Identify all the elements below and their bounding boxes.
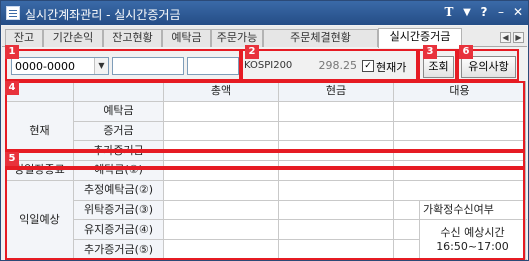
table-row: 현재 예탁금 xyxy=(5,100,526,162)
row-label: 증거금 xyxy=(73,120,164,142)
header-total: 총액 xyxy=(163,81,279,102)
account-name-field[interactable] xyxy=(112,57,184,75)
table-row: 유지증거금(④) 수신 예상시간 16:50~17:00 xyxy=(6,219,526,260)
tab-bar: 잔고 기간손익 잔고현황 예탁금 주문가능 주문체결현황 실시간증거금 ◀ ▶ xyxy=(2,26,527,48)
badge-3: 3 xyxy=(423,45,437,59)
row-label: 추가증거금 xyxy=(73,140,164,162)
confirmation-received-label: 가확정수신여부 xyxy=(419,199,526,221)
row-label: 유지증거금(④) xyxy=(73,219,164,241)
pin-icon[interactable]: ▼ xyxy=(459,4,475,21)
header-substitute: 대용 xyxy=(393,81,526,102)
password-field[interactable] xyxy=(187,57,239,75)
receive-time-label: 수신 예상시간 xyxy=(440,225,505,239)
cell-blank xyxy=(393,219,420,241)
minimize-icon[interactable]: – xyxy=(493,4,509,21)
table-row: 당일장종료 예탁금(①) xyxy=(5,160,526,181)
table-header-row: 총액 현금 대용 xyxy=(5,81,526,102)
titlebar: 실시간계좌관리 - 실시간증거금 T ▼ ? – ✕ xyxy=(1,1,528,25)
chevron-down-icon[interactable]: ▼ xyxy=(94,58,108,74)
cell-cash xyxy=(278,100,394,122)
cell-blank xyxy=(393,199,420,221)
badge-6: 6 xyxy=(459,45,473,59)
row-label: 추가증거금(⑤) xyxy=(73,239,164,260)
cell-total xyxy=(163,179,279,201)
cell-cash xyxy=(278,239,394,260)
kospi-value: 298.25 xyxy=(318,59,358,72)
receive-time-value: 16:50~17:00 xyxy=(436,239,509,253)
row-label: 위탁증거금(③) xyxy=(73,199,164,221)
app-icon xyxy=(6,6,20,20)
badge-2: 2 xyxy=(245,45,259,59)
header-blank xyxy=(73,81,164,102)
tab-period-pnl[interactable]: 기간손익 xyxy=(43,29,103,47)
current-price-checkbox-label: 현재가 xyxy=(376,61,407,74)
cell-cash xyxy=(278,199,394,221)
cell-total xyxy=(163,160,279,181)
badge-4: 4 xyxy=(5,81,19,95)
cell-total xyxy=(163,219,279,241)
cell-total xyxy=(163,120,279,142)
kospi-label: KOSPI200 xyxy=(244,60,293,71)
cell-substitute xyxy=(393,160,526,181)
cell-total xyxy=(163,199,279,221)
table-row: 추가증거금 xyxy=(6,140,526,162)
account-select-value: 0000-0000 xyxy=(15,60,75,73)
cell-substitute xyxy=(393,140,526,162)
cell-cash xyxy=(278,140,394,162)
cell-total xyxy=(163,140,279,162)
lookup-button[interactable]: 조회 xyxy=(423,56,454,78)
table-row: 익일예상 추정예탁금(②) xyxy=(5,179,526,261)
cell-total xyxy=(163,239,279,260)
help-icon[interactable]: ? xyxy=(476,4,492,21)
table-row: 위탁증거금(③) 가확정수신여부 xyxy=(6,199,526,221)
table-row: 증거금 xyxy=(6,120,526,142)
current-price-checkbox[interactable]: ✓ xyxy=(362,60,374,72)
main-window: 실시간계좌관리 - 실시간증거금 T ▼ ? – ✕ 잔고 기간손익 잔고현황 … xyxy=(0,0,529,261)
tab-realtime-margin[interactable]: 실시간증거금 xyxy=(378,28,462,48)
cell-cash xyxy=(278,160,394,181)
account-select[interactable]: 0000-0000 ▼ xyxy=(11,57,109,75)
notice-button[interactable]: 유의사항 xyxy=(461,56,516,78)
font-t-icon[interactable]: T xyxy=(441,4,457,21)
badge-1: 1 xyxy=(5,45,19,59)
cell-cash xyxy=(278,179,394,201)
cell-substitute xyxy=(393,179,526,201)
cell-substitute xyxy=(393,100,526,122)
header-cash: 현금 xyxy=(278,81,394,102)
cell-blank xyxy=(393,239,420,260)
close-icon[interactable]: ✕ xyxy=(510,4,526,21)
cell-cash xyxy=(278,219,394,241)
margin-table: 총액 현금 대용 현재 예탁금 증거금 추가증거금 당일장종료 예탁금(①) 익… xyxy=(5,81,526,261)
tab-deposit[interactable]: 예탁금 xyxy=(162,29,211,47)
tab-order-execution[interactable]: 주문체결현황 xyxy=(263,29,378,47)
tab-balance-status[interactable]: 잔고현황 xyxy=(103,29,162,47)
cell-cash xyxy=(278,120,394,142)
receive-time-cell: 수신 예상시간 16:50~17:00 xyxy=(419,219,526,260)
cell-substitute xyxy=(393,120,526,142)
badge-5: 5 xyxy=(5,152,19,166)
row-label: 예탁금(①) xyxy=(73,160,164,181)
group-next-day: 익일예상 xyxy=(5,179,74,261)
tab-next-icon[interactable]: ▶ xyxy=(513,32,524,43)
row-label: 예탁금 xyxy=(73,100,164,122)
cell-total xyxy=(163,100,279,122)
window-title: 실시간계좌관리 - 실시간증거금 xyxy=(25,8,181,22)
row-label: 추정예탁금(②) xyxy=(73,179,164,201)
tab-prev-icon[interactable]: ◀ xyxy=(500,32,511,43)
